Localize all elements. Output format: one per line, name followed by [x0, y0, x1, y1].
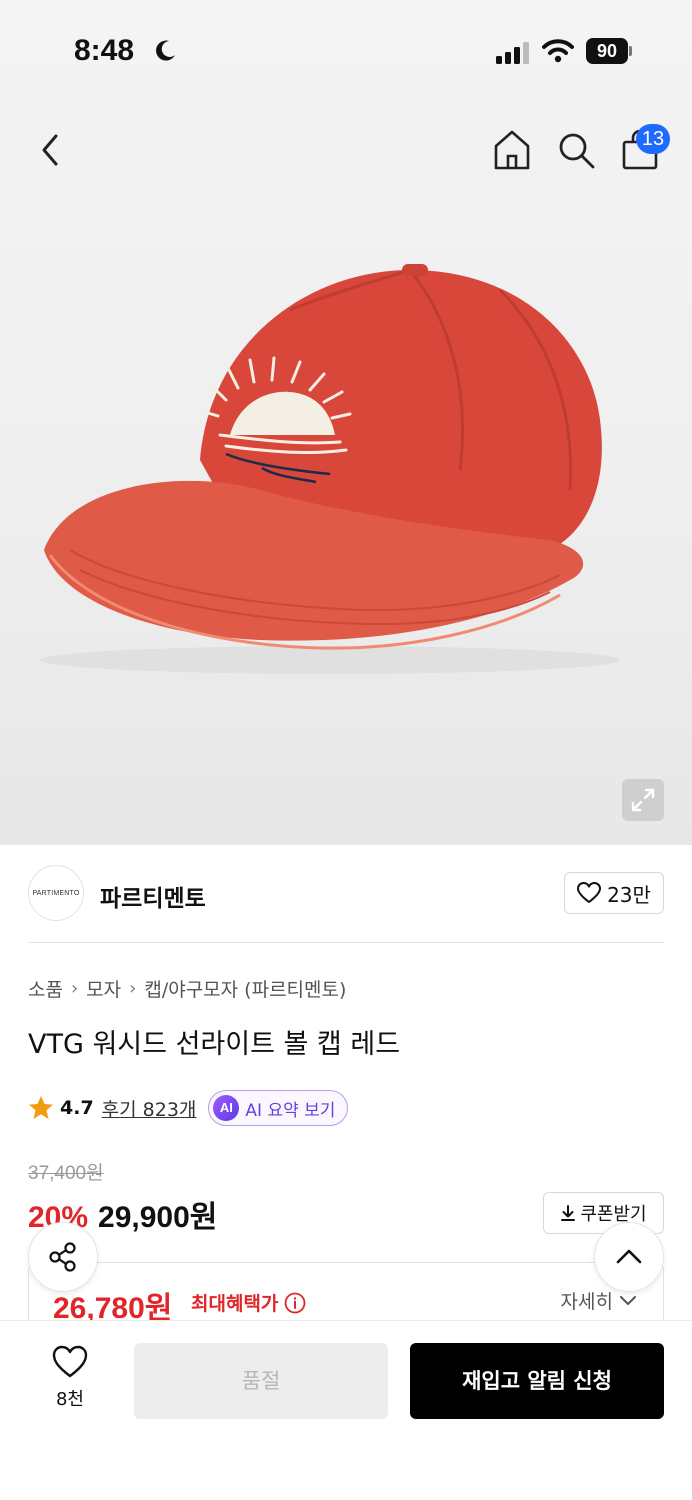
share-button[interactable]	[28, 1222, 98, 1292]
max-benefit-label: 최대혜택가	[191, 1293, 279, 1315]
status-time: 8:48	[74, 34, 135, 67]
expand-image-button[interactable]	[622, 779, 664, 821]
battery-indicator: 90	[586, 38, 632, 64]
wifi-icon	[542, 39, 574, 63]
breadcrumb-item[interactable]: 캡/야구모자 (파르티멘토)	[144, 975, 346, 1002]
divider	[28, 942, 664, 943]
battery-level: 90	[586, 38, 628, 64]
rating-score: 4.7	[60, 1097, 94, 1119]
chevron-right-icon: ›	[70, 978, 79, 999]
download-icon	[561, 1205, 576, 1221]
info-icon[interactable]	[284, 1292, 306, 1314]
heart-icon	[577, 882, 602, 903]
share-icon	[49, 1242, 76, 1272]
signal-icon	[496, 42, 529, 64]
brand-logo[interactable]: PARTIMENTO	[28, 865, 84, 921]
restock-alert-button[interactable]: 재입고 알림 신청	[410, 1343, 664, 1419]
bottom-action-bar: 8천 품절 재입고 알림 신청	[0, 1320, 692, 1500]
max-benefit-label-group: 최대혜택가	[191, 1289, 306, 1316]
wishlist-button[interactable]: 8천	[36, 1345, 104, 1425]
product-title: VTG 워시드 선라이트 볼 캡 레드	[28, 1029, 401, 1060]
product-image-hat	[40, 264, 620, 674]
heart-icon	[52, 1345, 88, 1378]
ai-summary-button[interactable]: AI AI 요약 보기	[208, 1090, 349, 1126]
original-price: 37,400원	[28, 1163, 104, 1184]
review-count-link[interactable]: 후기 823개	[102, 1095, 197, 1122]
back-icon[interactable]	[34, 130, 68, 170]
chevron-down-icon	[620, 1295, 636, 1305]
star-icon	[29, 1096, 53, 1119]
moon-icon	[156, 40, 175, 61]
expand-icon	[631, 788, 655, 812]
detail-label: 자세히	[560, 1291, 613, 1313]
status-bar: 8:48 90	[0, 30, 692, 74]
breadcrumb-item[interactable]: 소품	[28, 975, 63, 1002]
brand-name[interactable]: 파르티멘토	[100, 879, 206, 913]
product-image-area[interactable]: 8:48 90 13	[0, 0, 692, 845]
brand-row: PARTIMENTO 파르티멘토 23만	[28, 865, 664, 925]
brand-like-button[interactable]: 23만	[564, 872, 664, 914]
search-icon[interactable]	[556, 130, 596, 170]
home-icon[interactable]	[492, 128, 532, 172]
chevron-right-icon: ›	[129, 978, 137, 999]
breadcrumb: 소품 › 모자 › 캡/야구모자 (파르티멘토)	[28, 975, 346, 1002]
brand-like-count: 23만	[607, 882, 651, 907]
ai-badge-icon: AI	[213, 1095, 240, 1121]
breadcrumb-item[interactable]: 모자	[86, 975, 121, 1002]
cart-count-badge: 13	[636, 124, 670, 154]
soldout-button[interactable]: 품절	[134, 1343, 388, 1419]
scroll-to-top-button[interactable]	[594, 1222, 664, 1292]
rating-row: 4.7 후기 823개 AI AI 요약 보기	[28, 1090, 349, 1126]
wishlist-count: 8천	[55, 1389, 84, 1410]
chevron-up-icon	[616, 1249, 642, 1264]
sale-price: 29,900원	[98, 1201, 218, 1234]
ai-summary-label: AI 요약 보기	[245, 1100, 336, 1121]
